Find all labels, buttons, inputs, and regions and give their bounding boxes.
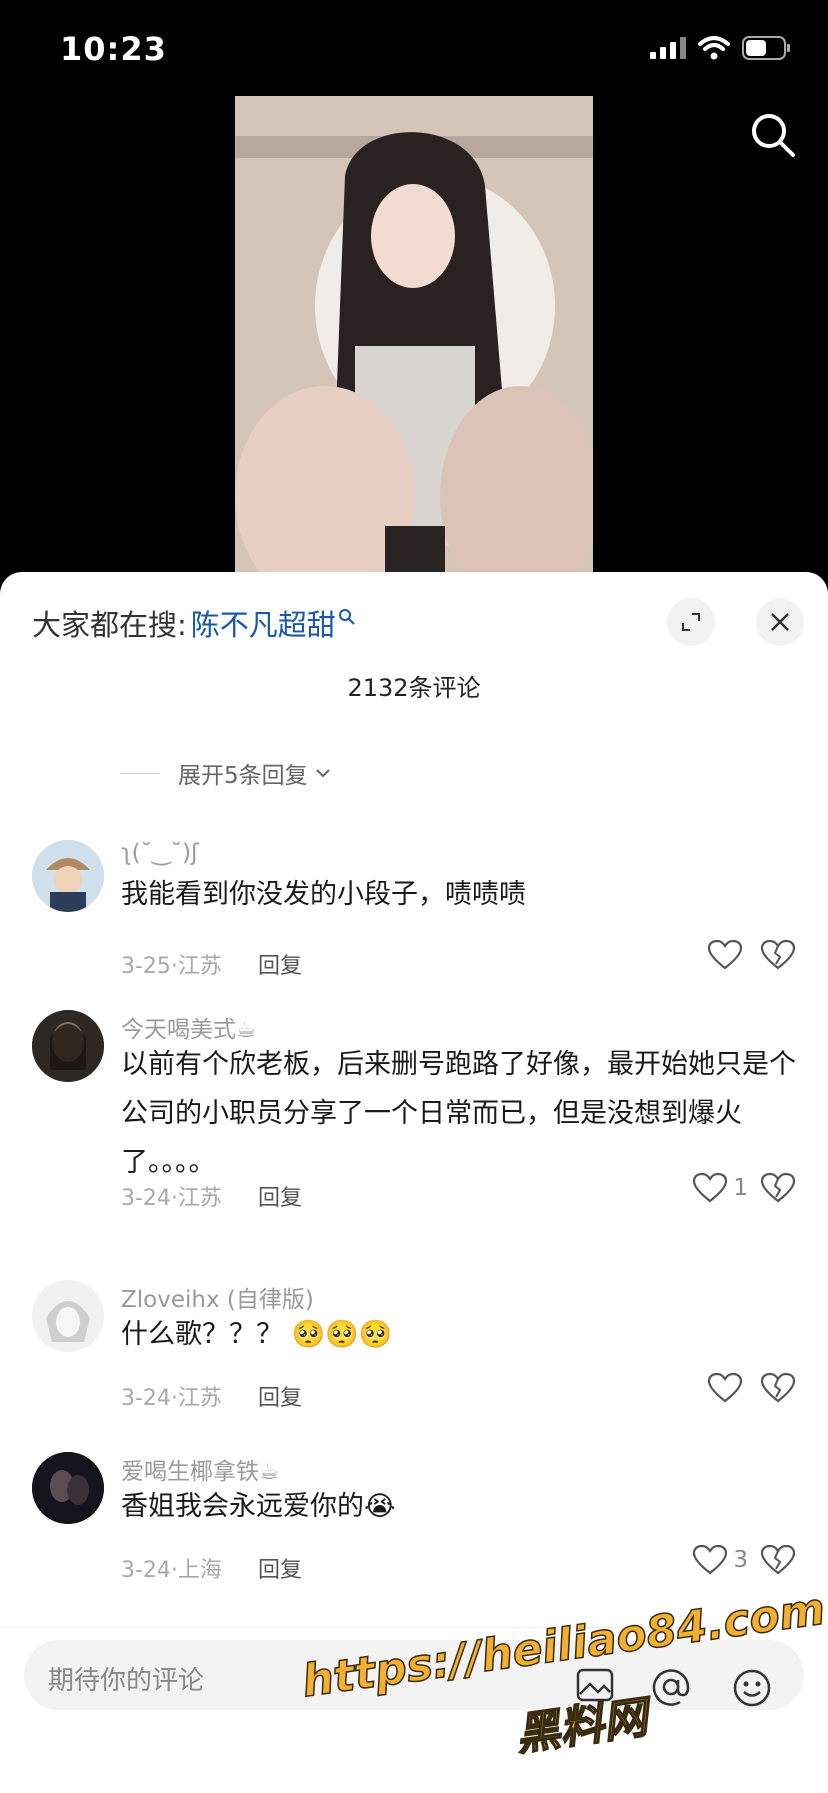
avatar[interactable] bbox=[32, 1452, 104, 1524]
comment-text: 什么歌？？？ 🥺🥺🥺 bbox=[121, 1319, 393, 1350]
comment-text: 香姐我会永远爱你的😭 bbox=[121, 1491, 396, 1522]
dislike-button[interactable] bbox=[760, 939, 796, 974]
comment-item: Zloveihx (自律版) 什么歌？？？ 🥺🥺🥺 3-24·江苏 回复 bbox=[0, 1280, 828, 1430]
comment-meta: 3-24·上海 回复 bbox=[121, 1552, 302, 1584]
comment-text: 以前有个欣老板，后来删号跑路了好像，最开始她只是个公司的小职员分享了一个日常而已… bbox=[121, 1049, 796, 1178]
status-icons bbox=[650, 36, 792, 60]
chevron-down-icon bbox=[315, 769, 330, 778]
comment-author[interactable]: 爱喝生椰拿铁☕ bbox=[121, 1452, 280, 1486]
comment-author[interactable]: Zloveihx (自律版) bbox=[121, 1280, 314, 1314]
dislike-button[interactable] bbox=[760, 1172, 796, 1207]
status-time: 10:23 bbox=[60, 30, 167, 68]
comment-item: 今天喝美式☕ 以前有个欣老板，后来删号跑路了好像，最开始她只是个公司的小职员分享… bbox=[0, 1010, 828, 1250]
search-small-icon bbox=[338, 609, 355, 625]
broken-heart-icon bbox=[760, 939, 796, 970]
close-icon bbox=[771, 613, 789, 631]
heart-icon bbox=[693, 1173, 728, 1203]
divider bbox=[120, 772, 160, 774]
comment-meta: 3-25·江苏 回复 bbox=[121, 948, 302, 980]
search-icon[interactable] bbox=[748, 110, 798, 160]
like-button[interactable] bbox=[708, 1373, 748, 1403]
dislike-button[interactable] bbox=[760, 1544, 796, 1579]
video-frame[interactable] bbox=[235, 96, 593, 596]
comment-item: ʅ(˘‿˘)ʃ 我能看到你没发的小段子，啧啧啧 3-25·江苏 回复 bbox=[0, 840, 828, 1010]
broken-heart-icon bbox=[760, 1172, 796, 1203]
heart-icon bbox=[693, 1545, 728, 1575]
reply-button[interactable]: 回复 bbox=[258, 1552, 302, 1584]
expand-sheet-button[interactable] bbox=[667, 598, 715, 646]
like-count: 1 bbox=[733, 1175, 748, 1201]
battery-icon bbox=[742, 36, 790, 60]
expand-replies-label: 展开5条回复 bbox=[178, 763, 308, 789]
reply-button[interactable]: 回复 bbox=[258, 1180, 302, 1212]
comment-item: 爱喝生椰拿铁☕ 香姐我会永远爱你的😭 3-24·上海 回复 3 bbox=[0, 1452, 828, 1602]
comment-date: 3-24·江苏 bbox=[121, 1386, 222, 1411]
hot-search-prefix: 大家都在搜: bbox=[32, 608, 187, 642]
expand-replies-button[interactable]: 展开5条回复 bbox=[120, 756, 332, 790]
avatar[interactable] bbox=[32, 840, 104, 912]
comment-text: 我能看到你没发的小段子，啧啧啧 bbox=[121, 879, 526, 910]
like-button[interactable]: 3 bbox=[693, 1545, 748, 1575]
comment-date: 3-25·江苏 bbox=[121, 954, 222, 979]
broken-heart-icon bbox=[760, 1544, 796, 1575]
hot-search[interactable]: 大家都在搜: 陈不凡超甜 bbox=[32, 602, 356, 644]
comment-date: 3-24·上海 bbox=[121, 1558, 222, 1583]
at-mention-icon[interactable] bbox=[652, 1668, 690, 1706]
wifi-icon bbox=[698, 36, 730, 60]
heart-icon bbox=[708, 1373, 742, 1403]
signal-icon bbox=[650, 37, 686, 59]
dislike-button[interactable] bbox=[760, 1372, 796, 1407]
reply-button[interactable]: 回复 bbox=[258, 1380, 302, 1412]
like-button[interactable]: 1 bbox=[693, 1173, 748, 1203]
avatar[interactable] bbox=[32, 1280, 104, 1352]
comment-author[interactable]: 今天喝美式☕ bbox=[121, 1010, 257, 1044]
broken-heart-icon bbox=[760, 1372, 796, 1403]
comment-meta: 3-24·江苏 回复 bbox=[121, 1180, 302, 1212]
reply-button[interactable]: 回复 bbox=[258, 948, 302, 980]
like-button[interactable] bbox=[708, 940, 748, 970]
comment-author[interactable]: ʅ(˘‿˘)ʃ bbox=[121, 840, 199, 866]
comment-meta: 3-24·江苏 回复 bbox=[121, 1380, 302, 1412]
heart-icon bbox=[708, 940, 742, 970]
expand-icon bbox=[682, 613, 700, 631]
emoji-icon[interactable] bbox=[732, 1668, 772, 1708]
status-bar: 10:23 bbox=[0, 0, 828, 96]
avatar[interactable] bbox=[32, 1010, 104, 1082]
like-count: 3 bbox=[733, 1547, 748, 1573]
hot-search-term[interactable]: 陈不凡超甜 bbox=[191, 602, 336, 644]
comment-date: 3-24·江苏 bbox=[121, 1186, 222, 1211]
comments-count: 2132条评论 bbox=[347, 674, 481, 702]
comment-input-placeholder: 期待你的评论 bbox=[48, 1666, 205, 1696]
close-button[interactable] bbox=[756, 598, 804, 646]
